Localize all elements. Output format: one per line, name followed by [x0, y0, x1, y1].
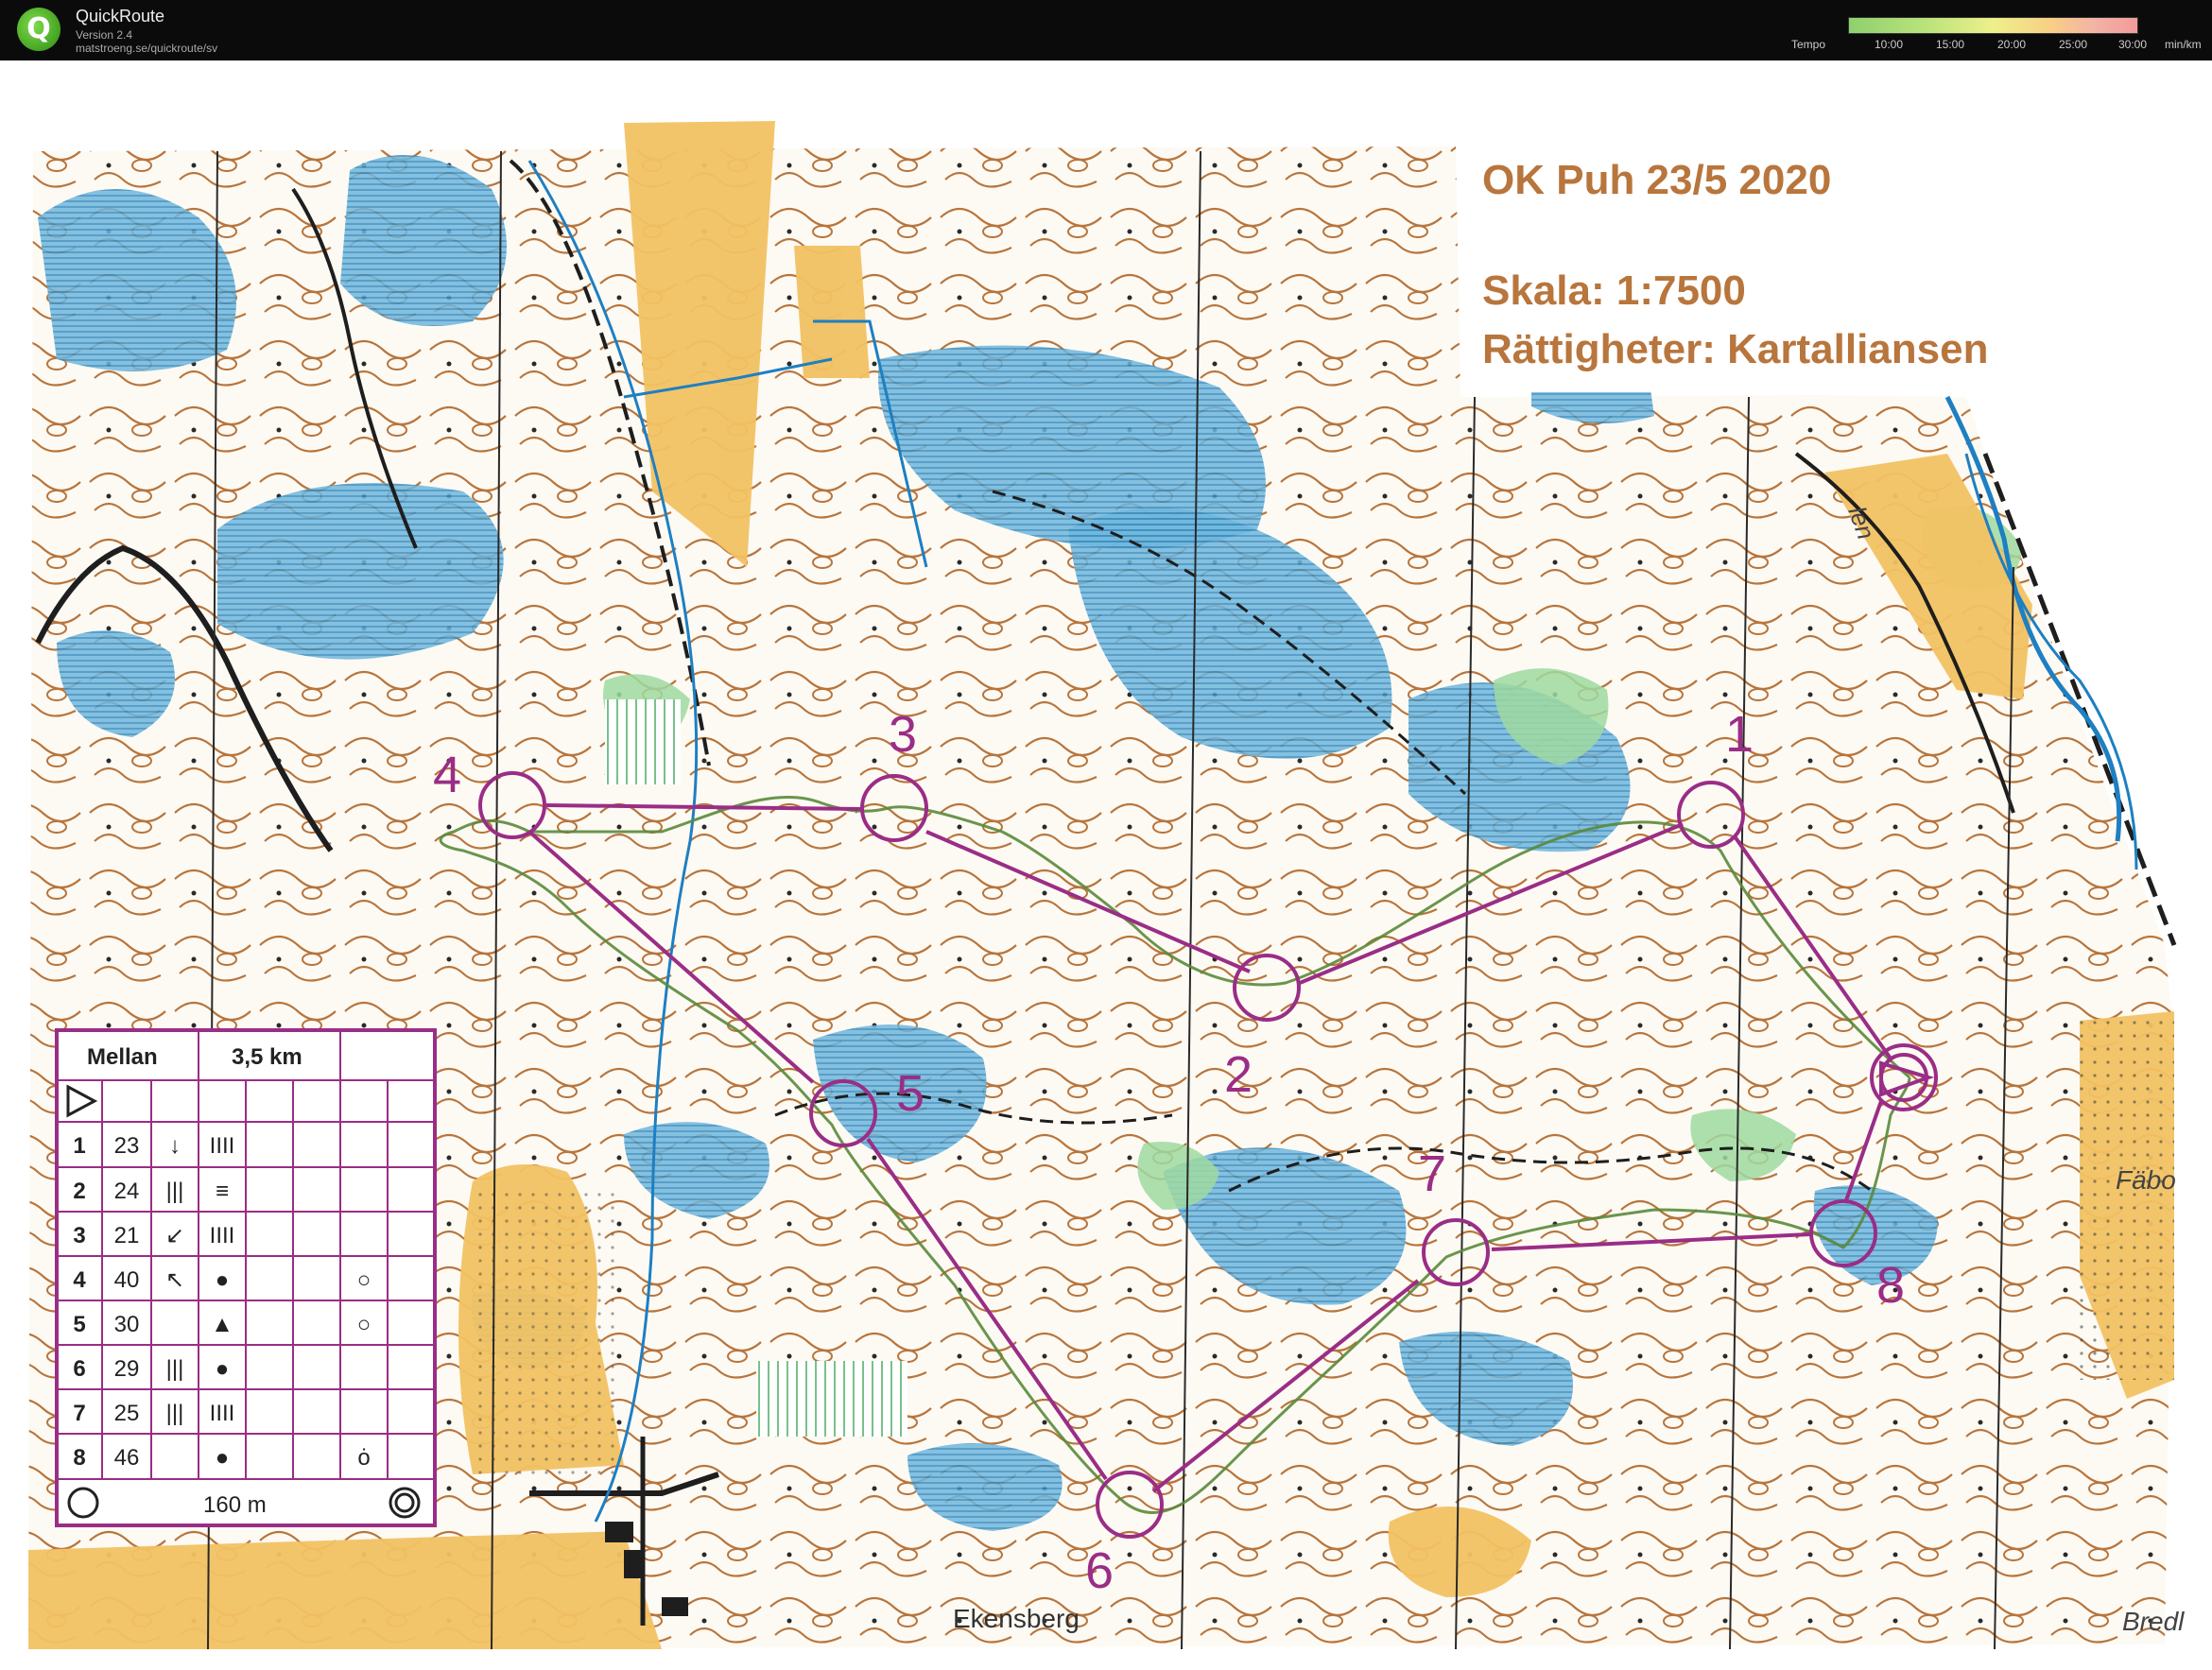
description-cell-detail: ○: [357, 1312, 372, 1337]
description-cell-n: 4: [73, 1267, 86, 1293]
control-number: 7: [1418, 1145, 1446, 1202]
description-cell-n: 1: [73, 1133, 85, 1159]
description-cell-feature: ΙΙΙΙ: [210, 1223, 235, 1248]
description-cell-n: 8: [73, 1445, 85, 1471]
control-number: 1: [1725, 706, 1754, 763]
undergrowth-area: [756, 1361, 907, 1437]
tempo-tick: 10:00: [1875, 38, 1904, 51]
description-cell-symbol: ↓: [169, 1133, 181, 1159]
app-toolbar: Q QuickRoute Version 2.4 matstroeng.se/q…: [0, 0, 2212, 60]
tempo-label: Tempo: [1791, 38, 1826, 51]
description-cell-symbol: ↙: [165, 1223, 184, 1248]
map-title: OK Puh 23/5 2020: [1482, 157, 1831, 203]
description-cell-n: 3: [73, 1223, 85, 1248]
description-cell-feature: ●: [216, 1445, 230, 1471]
description-cell-symbol: |||: [166, 1179, 184, 1204]
place-name-bredl: Bredl: [2122, 1607, 2185, 1636]
app-url[interactable]: matstroeng.se/quickroute/sv: [76, 42, 217, 55]
description-cell-feature: ≡: [216, 1179, 229, 1204]
description-cell-code: 25: [114, 1401, 140, 1426]
description-cell-feature: ●: [216, 1356, 230, 1382]
description-cell-code: 29: [114, 1356, 140, 1382]
finish-distance: 160 m: [203, 1492, 267, 1518]
description-cell-feature: ●: [216, 1267, 230, 1293]
description-cell-symbol: |||: [166, 1356, 184, 1382]
description-cell-feature: ΙΙΙΙ: [210, 1401, 235, 1426]
orienteering-map[interactable]: 1 2 3 4 5 6 7 8 Ekensberg Fäbo Bredl len…: [0, 60, 2212, 1670]
tempo-tick: 15:00: [1936, 38, 1965, 51]
tempo-tick: 30:00: [2118, 38, 2148, 51]
rough-open-land: [2080, 1021, 2174, 1380]
place-name-ekensberg: Ekensberg: [953, 1604, 1080, 1633]
description-cell-code: 24: [114, 1179, 140, 1204]
control-description-sheet: Mellan 3,5 km 1 23 ↓ ΙΙΙΙ 2 24 ||| ≡ 3 21 ↙ ΙΙΙΙ 4 40…: [55, 1028, 437, 1527]
control-number: 4: [433, 747, 461, 803]
description-cell-feature: ▲: [211, 1312, 233, 1337]
description-cell-n: 2: [73, 1179, 85, 1204]
place-name-fabo: Fäbo: [2116, 1165, 2176, 1195]
description-cell-n: 6: [73, 1356, 85, 1382]
description-cell-feature: ΙΙΙΙ: [210, 1133, 235, 1159]
control-number: 3: [889, 706, 917, 763]
description-cell-code: 40: [114, 1267, 140, 1293]
quickroute-logo-icon: Q: [17, 8, 60, 51]
description-cell-symbol: ↖: [165, 1267, 184, 1293]
map-rights: Rättigheter: Kartalliansen: [1482, 326, 1988, 372]
control-number: 8: [1876, 1257, 1905, 1314]
description-cell-code: 30: [114, 1312, 140, 1337]
control-number: 5: [896, 1065, 925, 1122]
app-name: QuickRoute: [76, 7, 165, 26]
description-cell-code: 23: [114, 1133, 140, 1159]
undergrowth-area: [605, 699, 681, 784]
description-cell-code: 46: [114, 1445, 140, 1471]
tempo-color-scale[interactable]: [1848, 17, 2138, 34]
tempo-tick: 25:00: [2059, 38, 2088, 51]
control-number: 2: [1224, 1046, 1253, 1103]
description-cell-code: 21: [114, 1223, 140, 1248]
app-version: Version 2.4: [76, 28, 133, 42]
description-cell-detail: ○: [357, 1267, 372, 1293]
description-cell-symbol: |||: [166, 1401, 184, 1426]
control-number: 6: [1085, 1542, 1114, 1599]
description-cell-n: 5: [73, 1312, 85, 1337]
course-class: Mellan: [87, 1044, 158, 1070]
course-length: 3,5 km: [232, 1044, 302, 1070]
tempo-tick: 20:00: [1997, 38, 2027, 51]
description-cell-n: 7: [73, 1401, 85, 1426]
tempo-unit: min/km: [2165, 38, 2202, 51]
description-cell-detail: ȯ: [357, 1445, 370, 1471]
map-scale: Skala: 1:7500: [1482, 267, 1746, 314]
